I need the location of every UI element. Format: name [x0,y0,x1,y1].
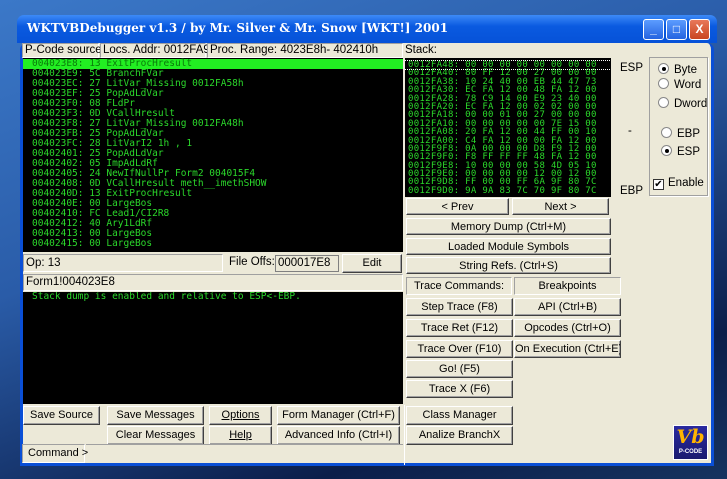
messages-pane[interactable]: Stack dump is enabled and relative to ES… [23,292,403,404]
file-offs-input[interactable]: 000017E8 [275,255,339,272]
go-button[interactable]: Go! (F5) [406,360,513,378]
vb-pcode-logo: Vb P-CODE [673,425,708,460]
title-bar: WKTVBDebugger v1.3 / by Mr. Silver & Mr.… [17,15,717,43]
api-button[interactable]: API (Ctrl+B) [514,298,621,316]
memory-dump-button[interactable]: Memory Dump (Ctrl+M) [406,218,611,235]
radio-icon [661,145,672,156]
enable-checkbox[interactable]: ✔ Enable [653,177,704,190]
stack-label: Stack: [405,44,437,56]
ebp-label: EBP [620,185,644,197]
analize-branchx-button[interactable]: Analize BranchX [406,426,513,445]
stack-options-group: Byte Word Dword EBP ESP ✔ Enable [649,57,708,196]
enable-label: Enable [668,177,704,189]
class-manager-button[interactable]: Class Manager [406,406,513,425]
trace-over-button[interactable]: Trace Over (F10) [406,340,513,358]
radio-esp[interactable]: ESP [661,145,700,158]
window-title: WKTVBDebugger v1.3 / by Mr. Silver & Mr.… [27,21,449,35]
clear-messages-button[interactable]: Clear Messages [107,426,204,445]
stack-row[interactable]: 0012F9D0: 9A 9A 83 7C 70 9F 80 7C [405,186,611,195]
prev-button[interactable]: < Prev [406,198,509,215]
radio-label: Byte [674,64,698,76]
loaded-modules-button[interactable]: Loaded Module Symbols [406,238,611,255]
pcode-source-label: P-Code source: [22,43,105,58]
close-button[interactable]: X [689,19,710,40]
file-offs-label: File Offs: [229,256,275,268]
message-line[interactable]: Stack dump is enabled and relative to ES… [23,292,403,302]
radio-icon [661,127,672,138]
options-button[interactable]: Options [209,406,272,425]
logo-text: Vb [676,426,705,448]
logo-subtext: P-CODE [678,449,703,455]
locs-addr: Locs. Addr: 0012FA94h [100,43,223,58]
trace-x-button[interactable]: Trace X (F6) [406,380,513,398]
string-refs-button[interactable]: String Refs. (Ctrl+S) [406,257,611,274]
trace-ret-button[interactable]: Trace Ret (F12) [406,319,513,337]
command-label: Command > [22,444,88,463]
radio-icon [658,97,669,108]
code-listing[interactable]: 004023E8: 13 ExitProcHresult 004023E9: 5C… [23,58,403,252]
radio-label: EBP [677,128,701,140]
command-input[interactable] [86,444,403,463]
divider [404,405,405,465]
minimize-button[interactable]: _ [643,19,664,40]
radio-label: ESP [677,146,701,158]
code-line[interactable]: 00402415: 00 LargeBos [23,239,403,249]
next-button[interactable]: Next > [512,198,609,215]
save-source-button[interactable]: Save Source [23,406,100,425]
maximize-button[interactable]: □ [666,19,687,40]
location-display: Form1!004023E8 [23,274,403,291]
radio-icon [658,63,669,74]
proc-range: Proc. Range: 4023E8h- 402410h [207,43,403,58]
stack-dump[interactable]: 0012FA48: 00 00 00 00 00 00 00 00 0012FA4… [405,58,611,197]
radio-dword[interactable]: Dword [658,97,707,110]
radio-label: Dword [674,98,708,110]
radio-ebp[interactable]: EBP [661,127,700,140]
opcodes-button[interactable]: Opcodes (Ctrl+O) [514,319,621,337]
advanced-info-button[interactable]: Advanced Info (Ctrl+I) [277,426,400,445]
step-trace-button[interactable]: Step Trace (F8) [406,298,513,316]
trace-commands-label: Trace Commands: [406,277,512,295]
radio-label: Word [674,79,702,91]
edit-button[interactable]: Edit [342,254,402,273]
breakpoints-label: Breakpoints [514,277,621,295]
check-icon: ✔ [653,179,664,190]
help-button[interactable]: Help [209,426,272,445]
radio-icon [658,78,669,89]
stack-mid-label: - [628,125,632,137]
save-messages-button[interactable]: Save Messages [107,406,204,425]
op-display: Op: 13 [23,254,223,272]
on-execution-button[interactable]: On Execution (Ctrl+E) [514,340,621,358]
form-manager-button[interactable]: Form Manager (Ctrl+F) [277,406,400,425]
radio-byte[interactable]: Byte [658,63,697,76]
esp-label: ESP [620,62,644,74]
radio-word[interactable]: Word [658,78,701,91]
